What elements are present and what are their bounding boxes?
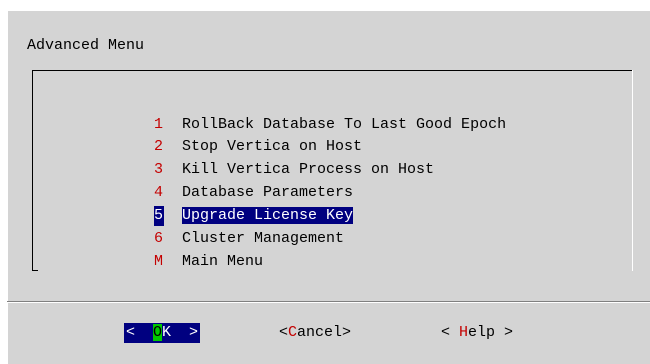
listbox-left-border — [32, 70, 33, 271]
help-button-prefix: < — [441, 324, 460, 341]
button-separator-highlight — [7, 302, 650, 303]
help-button-hotkey: H — [459, 324, 469, 341]
help-button[interactable]: < Help > — [441, 323, 513, 343]
cancel-button-prefix: < — [279, 324, 289, 341]
menu-item-key: M — [154, 253, 164, 270]
ok-button-prefix: < — [126, 324, 154, 341]
ok-button-rest: K > — [162, 324, 199, 341]
listbox-top-border — [32, 70, 633, 71]
menu-item-label: Main Menu — [182, 253, 264, 270]
dialog-top-edge — [7, 10, 650, 11]
ok-button-hotkey: O — [153, 324, 163, 341]
menu-item-cluster-management[interactable]: 6 Cluster Management — [100, 209, 344, 247]
menu-item-database-parameters[interactable]: 4 Database Parameters — [100, 163, 353, 201]
menu-item-kill-vertica[interactable]: 3 Kill Vertica Process on Host — [100, 140, 434, 178]
cancel-button-hotkey: C — [288, 324, 298, 341]
dialog-left-edge — [7, 10, 8, 364]
listbox-right-border — [632, 70, 633, 271]
cancel-button[interactable]: <Cancel> — [279, 323, 351, 343]
menu-item-upgrade-license-key[interactable]: 5 Upgrade License Key — [100, 186, 354, 226]
dialog-title: Advanced Menu — [27, 37, 145, 54]
cancel-button-rest: ancel> — [297, 324, 352, 341]
listbox-bottom-corner — [32, 270, 38, 271]
menu-item-main-menu[interactable]: M Main Menu — [100, 232, 263, 270]
ok-button[interactable]: < OK > — [124, 323, 201, 343]
help-button-rest: elp > — [468, 324, 514, 341]
menu-item-stop-vertica[interactable]: 2 Stop Vertica on Host — [100, 117, 362, 155]
menu-item-rollback[interactable]: 1 RollBack Database To Last Good Epoch — [100, 95, 506, 133]
advanced-menu-dialog: Advanced Menu 1 RollBack Database To Last… — [7, 10, 650, 364]
menu-listbox: 1 RollBack Database To Last Good Epoch 2S… — [32, 70, 633, 271]
